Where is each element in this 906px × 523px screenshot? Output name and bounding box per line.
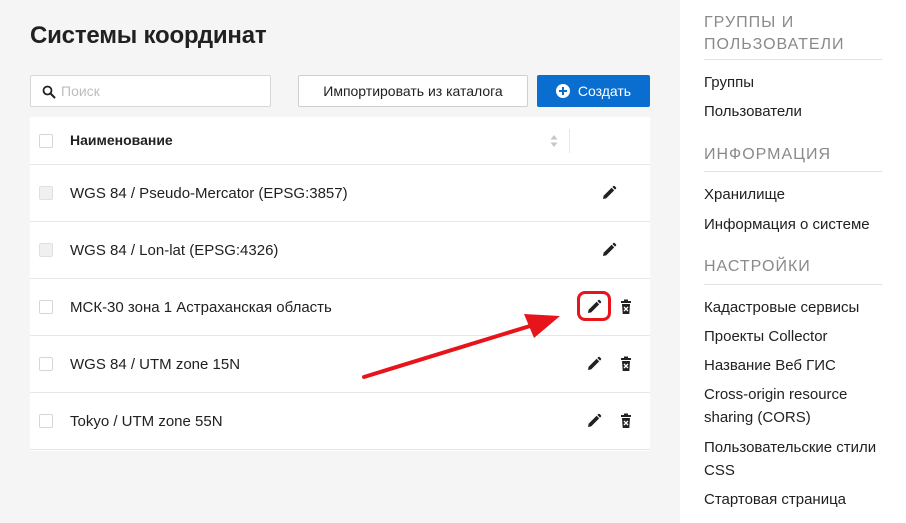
sidebar-item-webgis-name[interactable]: Название Веб ГИС [704, 354, 894, 377]
sidebar-item-storage[interactable]: Хранилище [704, 183, 894, 206]
sidebar-heading-settings: Настройки [704, 258, 811, 275]
sidebar-item-cors[interactable]: Cross-origin resource sharing (CORS) [704, 383, 864, 429]
sidebar-item-home-page[interactable]: Стартовая страница [704, 488, 894, 511]
annotation-arrow [362, 314, 560, 379]
sidebar-divider [704, 171, 882, 172]
sidebar-heading-groups-users: Группы и пользователи [704, 14, 845, 53]
sidebar-item-cadastral-services[interactable]: Кадастровые сервисы [704, 296, 894, 319]
sidebar-item-custom-css[interactable]: Пользовательские стили CSS [704, 436, 894, 482]
sidebar-item-system-info[interactable]: Информация о системе [704, 213, 894, 236]
sidebar-item-groups[interactable]: Группы [704, 71, 894, 94]
sidebar-divider [704, 284, 882, 285]
sidebar: Группы и пользователи Группы Пользовател… [680, 0, 906, 523]
sidebar-divider [704, 59, 882, 60]
main-content: Системы координат Импортировать из катал… [0, 0, 680, 523]
sidebar-item-collector-projects[interactable]: Проекты Collector [704, 325, 894, 348]
sidebar-heading-information: Информация [704, 146, 832, 163]
sidebar-item-users[interactable]: Пользователи [704, 100, 894, 123]
